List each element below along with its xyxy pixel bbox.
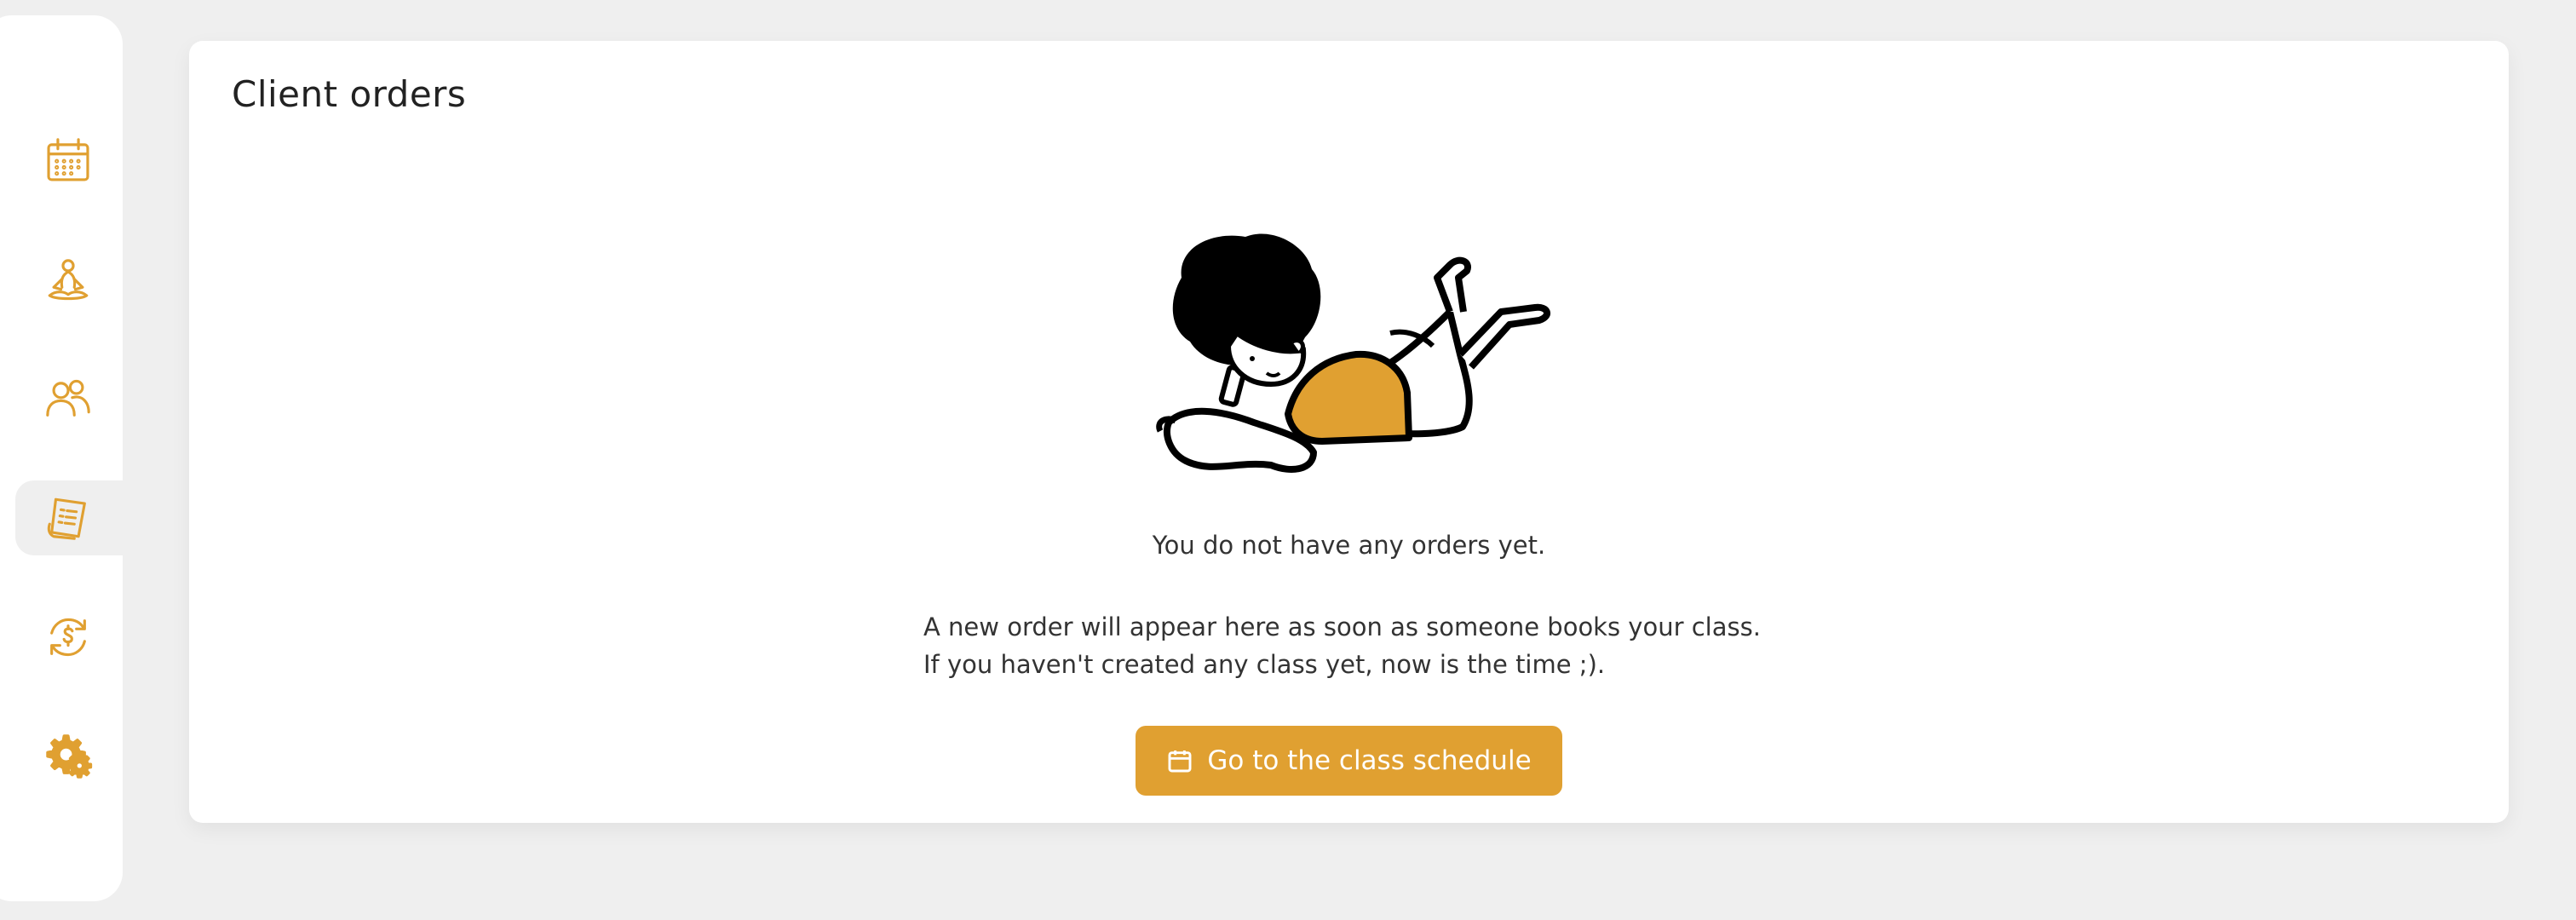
users-icon xyxy=(46,379,90,417)
calendar-icon xyxy=(1168,750,1192,773)
sidebar-item-classes[interactable] xyxy=(26,239,111,324)
gears-icon xyxy=(46,734,93,779)
sidebar-item-calendar[interactable] xyxy=(26,118,111,203)
sidebar-item-clients[interactable] xyxy=(26,356,111,441)
page-title: Client orders xyxy=(232,73,467,115)
receipt-icon xyxy=(47,497,86,540)
dollar-cycle-icon xyxy=(50,618,86,657)
sidebar-item-payments[interactable] xyxy=(26,595,111,680)
sidebar-item-settings[interactable] xyxy=(26,714,111,799)
empty-state-description: A new order will appear here as soon as … xyxy=(923,612,1761,679)
empty-state-illustration xyxy=(1156,233,1550,473)
empty-state-title: You do not have any orders yet. xyxy=(1152,531,1546,560)
meditation-icon xyxy=(48,259,89,301)
calendar-icon xyxy=(47,138,89,181)
sidebar-item-orders[interactable] xyxy=(26,475,111,561)
go-to-class-schedule-button[interactable]: Go to the class schedule xyxy=(1136,726,1562,796)
sidebar xyxy=(0,0,152,920)
cta-label: Go to the class schedule xyxy=(1207,745,1532,776)
orders-card: Client orders You do not have any orders… xyxy=(189,41,2509,823)
